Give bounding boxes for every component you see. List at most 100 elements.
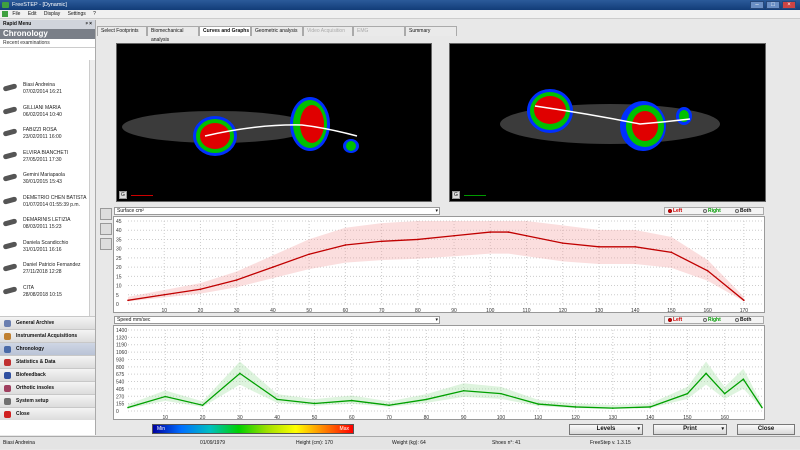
x-tick-label: 110 <box>534 415 542 421</box>
x-tick-label: 140 <box>646 415 655 421</box>
tool-export-icon[interactable] <box>100 238 112 250</box>
footprint-icon <box>2 83 18 92</box>
tab-item[interactable]: Curves and Graphs <box>199 26 251 36</box>
nav-item[interactable]: Orthotic insoles <box>0 381 95 394</box>
status-shoes: Shoes n°: 41 <box>492 440 521 446</box>
x-tick-label: 140 <box>631 308 640 314</box>
menu-display[interactable]: Display <box>44 11 60 17</box>
nav-label: Biofeedback <box>16 372 46 378</box>
patient-name: Daniel Patricio Fernandez <box>23 262 81 268</box>
close-button[interactable]: Close <box>737 424 795 435</box>
radio-both[interactable]: Both <box>735 208 751 214</box>
x-tick-label: 60 <box>343 308 349 314</box>
y-tick-label: 35 <box>116 237 122 243</box>
surface-selector[interactable]: Surface cm² ▾ <box>114 207 440 215</box>
nav-icon <box>4 411 11 418</box>
close-window-button[interactable]: × <box>782 1 796 9</box>
tab-item[interactable]: Geometric analysis <box>251 26 303 36</box>
x-tick-label: 120 <box>559 308 568 314</box>
nav-item[interactable]: Statistics & Data <box>0 355 95 368</box>
patient-item[interactable]: ELVIRA BIANCHETI 27/05/2011 17:30 <box>2 150 95 170</box>
nav-label: Close <box>16 411 30 417</box>
left-view-button[interactable]: G <box>119 191 127 199</box>
data-point <box>561 242 564 244</box>
menu-file[interactable]: File <box>12 11 20 17</box>
left-marker <box>131 195 153 196</box>
radio-right[interactable]: Right <box>703 317 721 323</box>
colorbar-max: Max <box>339 426 349 432</box>
menu-help[interactable]: ? <box>93 11 96 17</box>
radio-left[interactable]: Left <box>668 317 682 323</box>
x-tick-label: 70 <box>386 415 392 421</box>
right-view-button[interactable]: G <box>452 191 460 199</box>
nav-item[interactable]: General Archive <box>0 316 95 329</box>
patient-item[interactable]: GILLIANI MARIA 06/02/2014 10:40 <box>2 104 95 125</box>
nav-icon <box>4 359 11 366</box>
maximize-button[interactable]: □ <box>766 1 780 9</box>
patient-name: GILLIANI MARIA <box>23 104 61 111</box>
tool-list-icon[interactable] <box>100 223 112 235</box>
status-height: Height (cm): 170 <box>296 440 333 446</box>
tab-item[interactable]: Summary <box>405 26 457 36</box>
x-tick-label: 120 <box>571 415 580 421</box>
data-point <box>500 392 502 395</box>
menu-settings[interactable]: Settings <box>68 11 86 17</box>
patient-item[interactable]: Daniela Scandicchio 31/01/2011 16:16 <box>2 240 95 260</box>
minimize-button[interactable]: – <box>750 1 764 9</box>
nav-icon <box>4 398 11 405</box>
tab-item[interactable]: Video Acquisition <box>303 26 353 36</box>
patient-name: Gemini Mariapaola <box>23 172 65 178</box>
patient-date: 27/05/2011 17:30 <box>23 156 62 163</box>
nav-item[interactable]: System setup <box>0 394 95 407</box>
footprint-left-image <box>122 97 359 156</box>
patient-item[interactable]: Daniel Patricio Fernandez 27/11/2018 12:2… <box>2 262 95 282</box>
patient-item[interactable]: FABIZZI ROSA 23/02/2011 16:00 <box>2 127 95 147</box>
levels-button[interactable]: Levels ▾ <box>569 424 643 435</box>
speed-selector[interactable]: Speed mm/sec ▾ <box>114 316 440 324</box>
tab-item[interactable]: EMG <box>353 26 405 36</box>
tool-grid-icon[interactable] <box>100 208 112 220</box>
data-point <box>127 406 129 409</box>
patient-item[interactable]: DEMETRIO CHEN BATISTA 01/07/2014 01:55:39… <box>2 195 95 215</box>
patient-date: 27/11/2018 12:28 <box>23 269 62 275</box>
patient-item[interactable]: Biasi Andreina 07/02/2014 16:21 <box>2 82 95 102</box>
patient-name: CITA <box>23 284 35 291</box>
status-patient: Biasi Andreina <box>3 440 35 446</box>
title-bar: FreeSTEP - [Dynamic] – □ × <box>0 0 800 10</box>
y-tick-label: 1060 <box>116 350 127 356</box>
x-tick-label: 170 <box>740 308 749 314</box>
patient-item[interactable]: CITA 28/08/2018 10:15 <box>2 284 95 305</box>
sidebar-scrollbar[interactable] <box>89 60 95 316</box>
nav-item[interactable]: Biofeedback <box>0 368 95 381</box>
tab-item[interactable]: Biomechanical analysis <box>147 26 199 43</box>
nav-item[interactable]: Close <box>0 407 95 420</box>
rapid-menu-sidebar: Rapid Menu ᵖ × Chronology Recent examina… <box>0 20 96 435</box>
x-tick-label: 130 <box>609 415 618 421</box>
data-point <box>417 238 419 241</box>
patient-item[interactable]: DEMARINIS LETIZIA 08/03/2011 15:23 <box>2 217 95 237</box>
data-point <box>350 399 353 402</box>
status-dob: 01/09/1979 <box>200 440 226 446</box>
y-tick-label: 540 <box>116 380 125 386</box>
chevron-down-icon: ▾ <box>721 426 724 432</box>
menu-edit[interactable]: Edit <box>28 11 37 17</box>
data-point <box>649 406 651 408</box>
radio-left[interactable]: Left <box>668 208 682 214</box>
patient-item[interactable]: Gemini Mariapaola 30/01/2015 15:43 <box>2 172 95 192</box>
right-marker <box>464 195 486 196</box>
pin-icon[interactable]: ᵖ × <box>86 20 92 29</box>
radio-both[interactable]: Both <box>735 317 751 323</box>
patient-date: 30/01/2015 15:43 <box>23 179 62 185</box>
y-tick-label: 40 <box>116 228 122 234</box>
tab-item[interactable]: Select Footprints <box>97 26 147 36</box>
footprint-icon <box>2 240 18 250</box>
print-button[interactable]: Print ▾ <box>653 424 727 435</box>
print-label: Print <box>683 426 697 432</box>
nav-label: Chronology <box>16 346 45 352</box>
nav-icon <box>4 333 11 340</box>
radio-right[interactable]: Right <box>703 208 721 214</box>
y-tick-label: 675 <box>116 372 125 378</box>
nav-item[interactable]: Chronology <box>0 342 95 355</box>
data-point <box>127 299 129 302</box>
nav-item[interactable]: Instrumental Acquisitions <box>0 329 95 342</box>
